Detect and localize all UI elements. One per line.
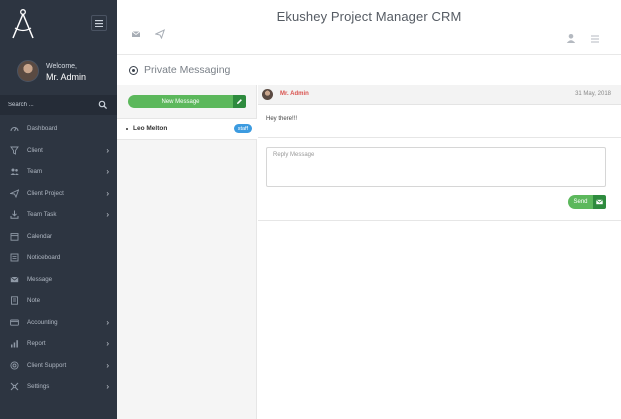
message-date: 31 May, 2018	[575, 91, 611, 97]
hamburger-icon[interactable]	[590, 34, 600, 44]
noticeboard-icon	[10, 253, 19, 262]
page-title: Private Messaging	[129, 64, 230, 76]
top-header: Ekushey Project Manager CRM	[117, 0, 621, 55]
sidebar-item-label: Settings	[27, 383, 50, 391]
new-message-label: New Message	[128, 95, 233, 108]
status-badge: staff	[233, 124, 252, 133]
sidebar-item-label: Client	[27, 146, 43, 154]
sidebar-item-label: Accounting	[27, 318, 58, 326]
chevron-right-icon: ›	[106, 210, 109, 219]
send-button[interactable]: Send	[568, 195, 606, 209]
reply-message-input[interactable]	[266, 147, 606, 187]
divider	[258, 220, 621, 221]
sidebar-item-client[interactable]: Client ›	[0, 140, 117, 162]
message-header: Mr. Admin 31 May, 2018	[258, 85, 621, 105]
search-icon[interactable]	[98, 100, 108, 110]
new-message-button[interactable]: New Message	[128, 95, 246, 108]
bullet-icon	[126, 128, 128, 130]
envelope-icon	[593, 195, 606, 209]
sidebar-item-label: Team Task	[27, 211, 57, 219]
username: Mr. Admin	[46, 72, 87, 82]
sidebar-item-client-project[interactable]: Client Project ›	[0, 183, 117, 205]
search-bar	[0, 95, 117, 115]
accounting-icon	[10, 318, 19, 327]
sidebar-item-label: Calendar	[27, 232, 53, 240]
menu-toggle-button[interactable]	[91, 15, 107, 31]
sidebar-item-label: Message	[27, 275, 53, 283]
chevron-right-icon: ›	[106, 188, 109, 198]
user-profile: Welcome, Mr. Admin	[17, 60, 112, 86]
sidebar-item-team[interactable]: Team ›	[0, 161, 117, 183]
sidebar-item-team-task[interactable]: Team Task ›	[0, 204, 117, 226]
sidebar-item-label: Noticeboard	[27, 254, 61, 262]
divider	[258, 137, 621, 138]
sidebar-item-settings[interactable]: Settings ›	[0, 376, 117, 398]
record-icon	[129, 65, 138, 75]
send-icon	[10, 189, 19, 198]
sidebar-item-label: Report	[27, 340, 46, 348]
compass-logo-icon[interactable]	[10, 8, 36, 40]
team-icon	[10, 167, 19, 176]
sidebar-item-label: Team	[27, 168, 43, 176]
welcome-label: Welcome,	[46, 63, 77, 70]
contacts-panel: New Message Leo Melton staff	[117, 85, 257, 419]
envelope-icon[interactable]	[131, 29, 141, 39]
chevron-right-icon: ›	[106, 317, 109, 327]
chevron-right-icon: ›	[106, 167, 109, 176]
hamburger-icon	[95, 19, 103, 27]
chevron-right-icon: ›	[106, 145, 109, 155]
sidebar-item-label: Client Support	[27, 361, 67, 369]
calendar-icon	[10, 232, 19, 241]
avatar	[262, 89, 273, 100]
message-body: Hey there!!!	[266, 116, 298, 122]
note-icon	[10, 296, 19, 305]
sidebar-item-calendar[interactable]: Calendar	[0, 226, 117, 248]
chevron-right-icon: ›	[106, 339, 109, 348]
chevron-right-icon: ›	[106, 360, 109, 370]
dashboard-icon	[10, 124, 19, 133]
support-icon	[10, 361, 19, 370]
sidebar-item-label: Client Project	[27, 189, 64, 197]
contact-name: Leo Melton	[133, 125, 168, 132]
message-icon	[10, 275, 19, 284]
report-icon	[10, 339, 19, 348]
sidebar-item-client-support[interactable]: Client Support ›	[0, 355, 117, 377]
search-input[interactable]	[8, 99, 88, 111]
sidebar-item-noticeboard[interactable]: Noticeboard	[0, 247, 117, 269]
page-title-text: Private Messaging	[144, 64, 231, 76]
conversation-panel: Mr. Admin 31 May, 2018 Hey there!!! Send	[258, 85, 621, 419]
pencil-icon	[233, 95, 246, 108]
sidebar-item-label: Note	[27, 297, 41, 305]
client-icon	[10, 146, 19, 155]
sidebar: Welcome, Mr. Admin Dashboard Client ›	[0, 0, 117, 419]
send-icon[interactable]	[155, 29, 165, 39]
sidebar-item-accounting[interactable]: Accounting ›	[0, 312, 117, 334]
send-label: Send	[568, 195, 593, 209]
sidebar-item-message[interactable]: Message	[0, 269, 117, 291]
sidebar-item-report[interactable]: Report ›	[0, 333, 117, 355]
task-icon	[10, 210, 19, 220]
sidebar-item-dashboard[interactable]: Dashboard	[0, 118, 117, 140]
list-item[interactable]: Leo Melton staff	[117, 118, 257, 140]
chevron-right-icon: ›	[106, 382, 109, 391]
avatar[interactable]	[17, 60, 39, 82]
sidebar-item-label: Dashboard	[27, 125, 58, 133]
sidebar-item-note[interactable]: Note	[0, 290, 117, 312]
sidebar-nav: Dashboard Client › Team › Client Project…	[0, 118, 117, 398]
main-content: Private Messaging New Message Leo Melton…	[117, 55, 621, 419]
user-icon[interactable]	[566, 33, 576, 43]
message-author[interactable]: Mr. Admin	[280, 91, 309, 97]
app-title: Ekushey Project Manager CRM	[276, 9, 462, 24]
settings-icon	[10, 382, 19, 391]
